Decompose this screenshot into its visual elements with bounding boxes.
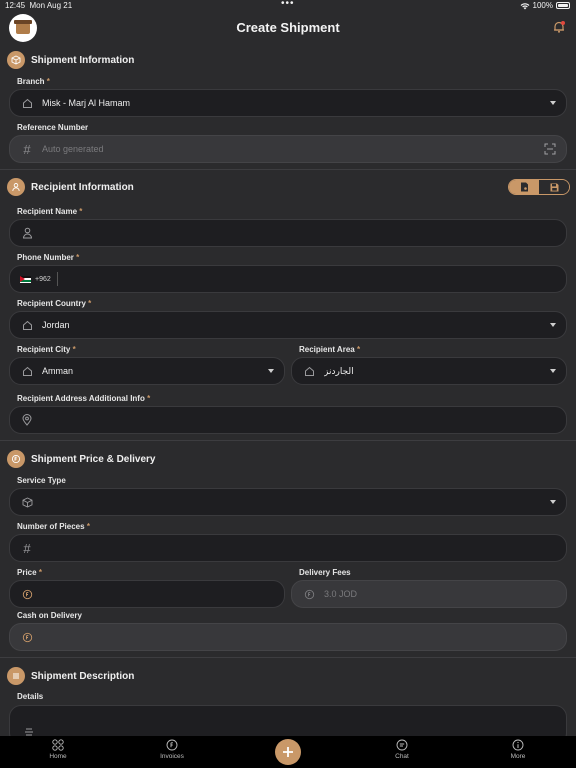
phone-input[interactable]: +962 (9, 265, 567, 293)
scan-icon[interactable] (544, 143, 556, 155)
pieces-input[interactable]: # (9, 534, 567, 562)
section-title: Recipient Information (31, 181, 134, 193)
pieces-label: Number of Pieces * (17, 522, 90, 531)
tab-label: Home (49, 753, 67, 760)
recipient-name-input[interactable] (9, 219, 567, 247)
hash-icon: # (23, 141, 31, 157)
section-shipment-description: Shipment Description (7, 666, 134, 686)
area-value: الجاردنز (324, 365, 354, 376)
save-icon (550, 183, 558, 191)
reference-number-field: # Auto generated (9, 135, 567, 163)
tab-label: Chat (395, 753, 409, 760)
location-pin-icon (20, 413, 34, 427)
tab-label: Invoices (160, 753, 184, 760)
tab-chat[interactable]: Chat (372, 739, 432, 760)
info-icon (512, 739, 524, 751)
divider (0, 169, 576, 170)
recipient-actions (508, 179, 570, 195)
branch-label: Branch * (17, 77, 50, 86)
section-price-delivery: Shipment Price & Delivery (7, 449, 156, 469)
section-recipient-information: Recipient Information (7, 177, 134, 197)
city-value: Amman (42, 366, 74, 376)
country-select[interactable]: Jordan (9, 311, 567, 339)
tab-more[interactable]: More (488, 739, 548, 760)
address-input[interactable] (9, 406, 567, 434)
chevron-down-icon (550, 101, 556, 105)
divider (0, 657, 576, 658)
delivery-fees-value: 3.0 JOD (324, 589, 358, 599)
country-value: Jordan (42, 320, 70, 330)
status-right: 100% (520, 1, 570, 10)
contact-book-icon (520, 182, 528, 192)
cash-on-delivery-field[interactable] (9, 623, 567, 651)
create-fab-button[interactable] (275, 739, 301, 765)
invoice-icon (166, 739, 178, 751)
city-select[interactable]: Amman (9, 357, 285, 385)
branch-select[interactable]: Misk - Marj Al Hamam (9, 89, 567, 117)
tab-label: More (510, 753, 526, 760)
service-type-label: Service Type (17, 476, 66, 485)
coin-icon (20, 587, 34, 601)
coin-icon (302, 587, 316, 601)
area-label: Recipient Area * (299, 345, 361, 354)
home-icon (302, 364, 316, 378)
branch-value: Misk - Marj Al Hamam (42, 98, 131, 108)
reference-label: Reference Number (17, 123, 89, 132)
person-icon (7, 178, 25, 196)
plus-icon (283, 747, 293, 757)
coin-icon (20, 630, 34, 644)
section-shipment-information: Shipment Information (7, 50, 134, 70)
chevron-down-icon (550, 323, 556, 327)
reference-placeholder: Auto generated (42, 144, 104, 154)
battery-icon (556, 2, 570, 9)
details-label: Details (17, 692, 44, 701)
price-label: Price * (17, 568, 42, 577)
hash-icon: # (23, 540, 31, 556)
save-recipient-button[interactable] (539, 180, 569, 194)
contacts-book-button[interactable] (509, 180, 539, 194)
recipient-name-label: Recipient Name * (17, 207, 83, 216)
delivery-fees-field: 3.0 JOD (291, 580, 567, 608)
country-code: +962 (35, 275, 51, 283)
notification-bell-icon[interactable] (552, 20, 566, 34)
city-label: Recipient City * (17, 345, 76, 354)
service-type-select[interactable] (9, 488, 567, 516)
divider (0, 440, 576, 441)
chevron-down-icon (550, 500, 556, 504)
home-icon (20, 364, 34, 378)
delivery-fees-label: Delivery Fees (299, 568, 351, 577)
status-bar: 12:45 Mon Aug 21 ••• 100% (0, 0, 576, 12)
address-label: Recipient Address Additional Info * (17, 394, 151, 403)
box-icon (20, 495, 34, 509)
tab-invoices[interactable]: Invoices (142, 739, 202, 760)
chevron-down-icon (268, 369, 274, 373)
phone-label: Phone Number * (17, 253, 80, 262)
home-icon (20, 318, 34, 332)
home-icon (20, 96, 34, 110)
section-title: Shipment Information (31, 54, 135, 66)
multitask-dots[interactable]: ••• (281, 0, 295, 9)
wifi-icon (520, 2, 529, 9)
list-icon (7, 667, 25, 685)
cod-label: Cash on Delivery (17, 611, 82, 620)
country-label: Recipient Country * (17, 299, 92, 308)
box-icon (7, 51, 25, 69)
section-title: Shipment Price & Delivery (31, 453, 156, 465)
country-code-picker[interactable]: +962 (20, 272, 58, 286)
coin-icon (7, 450, 25, 468)
person-icon (20, 226, 34, 240)
chat-icon (396, 739, 408, 751)
section-title: Shipment Description (31, 670, 135, 682)
tab-home[interactable]: Home (28, 739, 88, 760)
price-input[interactable] (9, 580, 285, 608)
text-lines-icon (25, 728, 33, 736)
status-time-date: 12:45 Mon Aug 21 (5, 1, 73, 10)
jordan-flag-icon (20, 275, 31, 283)
header: Create Shipment (0, 12, 576, 44)
chevron-down-icon (550, 369, 556, 373)
area-select[interactable]: الجاردنز (291, 357, 567, 385)
page-title: Create Shipment (236, 20, 340, 35)
battery-percent: 100% (532, 1, 553, 10)
grid-icon (52, 739, 64, 751)
